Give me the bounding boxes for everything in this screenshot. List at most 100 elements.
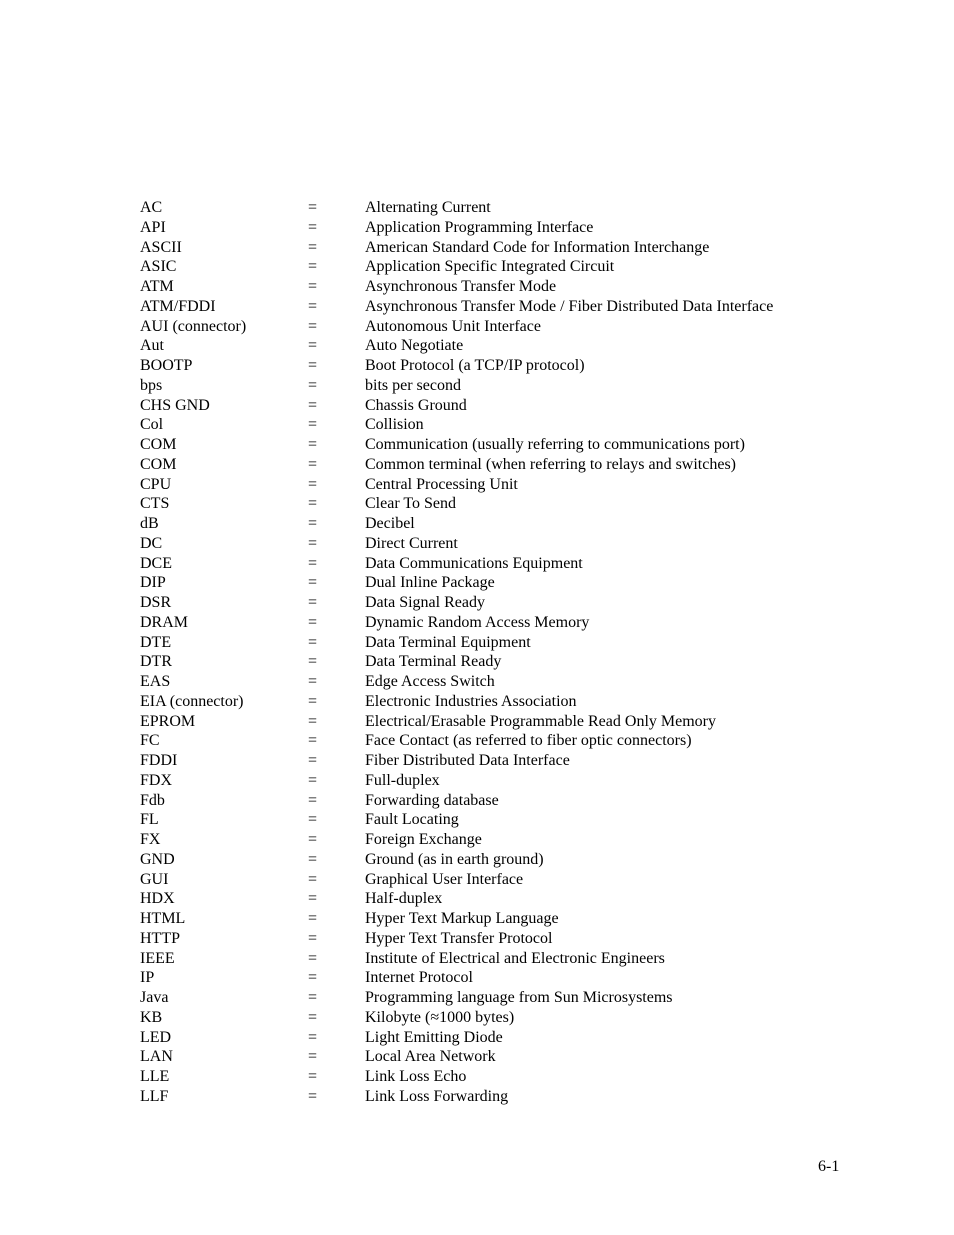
equals-separator: = — [308, 495, 318, 513]
glossary-term: FDX — [140, 771, 173, 789]
glossary-term: COM — [140, 436, 177, 453]
glossary-definition: Link Loss Forwarding — [365, 1087, 509, 1105]
glossary-term: LAN — [140, 1048, 173, 1066]
glossary-definition: Edge Access Switch — [365, 673, 495, 690]
glossary-term: FC — [140, 732, 160, 750]
glossary-term: HDX — [140, 890, 175, 908]
glossary-definition: Application Programming Interface — [365, 218, 594, 236]
glossary-definition: Local Area Network — [365, 1048, 496, 1066]
glossary-definition: Electrical/Erasable Programmable Read On… — [365, 712, 716, 730]
glossary-term: ATM/FDDI — [140, 297, 216, 315]
equals-separator: = — [308, 534, 318, 552]
glossary-definition: Internet Protocol — [365, 969, 473, 987]
glossary-term: ASCII — [140, 238, 182, 256]
glossary-term: AC — [140, 199, 163, 216]
glossary-term: bps — [140, 376, 163, 394]
glossary-definition: Data Communications Equipment — [365, 554, 583, 572]
glossary-term: ATM — [140, 278, 174, 295]
glossary-definition: Full-duplex — [365, 771, 440, 789]
glossary-term: CHS GND — [140, 396, 210, 414]
glossary-term: FDDI — [140, 752, 178, 769]
glossary-term: Fdb — [140, 791, 165, 809]
glossary-definition: Application Specific Integrated Circuit — [365, 258, 615, 276]
equals-separator: = — [308, 1028, 318, 1046]
equals-separator: = — [308, 278, 318, 295]
equals-separator: = — [308, 396, 318, 414]
equals-separator: = — [308, 890, 318, 908]
equals-separator: = — [308, 337, 318, 355]
equals-separator: = — [308, 1048, 318, 1066]
equals-separator: = — [308, 791, 318, 809]
glossary-definition: Auto Negotiate — [365, 337, 464, 355]
glossary-definition: Common terminal (when referring to relay… — [365, 455, 736, 473]
equals-separator: = — [308, 712, 318, 730]
equals-separator: = — [308, 653, 318, 671]
equals-separator: = — [308, 455, 318, 473]
equals-separator: = — [308, 515, 318, 532]
equals-separator: = — [308, 1068, 318, 1085]
glossary-definition: Ground (as in earth ground) — [365, 850, 544, 868]
glossary-definition: Direct Current — [365, 534, 458, 552]
equals-separator: = — [308, 199, 318, 216]
equals-separator: = — [308, 870, 318, 888]
equals-separator: = — [308, 554, 318, 572]
equals-separator: = — [308, 574, 318, 592]
glossary-term: API — [140, 218, 166, 236]
glossary-term: DRAM — [140, 613, 189, 631]
glossary-definition: Light Emitting Diode — [365, 1028, 503, 1046]
equals-separator: = — [308, 357, 318, 374]
equals-separator: = — [308, 752, 318, 769]
glossary-term: DTR — [140, 653, 172, 671]
glossary-definition: Asynchronous Transfer Mode / Fiber Distr… — [365, 297, 774, 315]
glossary-definition: Hyper Text Transfer Protocol — [365, 929, 553, 947]
equals-separator: = — [308, 929, 318, 947]
glossary-term: DC — [140, 534, 163, 552]
glossary-definition: Data Terminal Equipment — [365, 633, 531, 651]
glossary-term: GND — [140, 850, 175, 868]
glossary-definition: Data Signal Ready — [365, 594, 485, 611]
glossary-definition: American Standard Code for Information I… — [365, 238, 710, 256]
glossary-definition: Institute of Electrical and Electronic E… — [365, 949, 665, 967]
glossary-term: IEEE — [140, 949, 175, 967]
glossary-definition: Decibel — [365, 515, 415, 532]
glossary-definition: Alternating Current — [365, 199, 491, 216]
glossary-definition: Dual Inline Package — [365, 574, 495, 592]
glossary-definition: Link Loss Echo — [365, 1068, 467, 1085]
equals-separator: = — [308, 436, 318, 453]
glossary-definition: Autonomous Unit Interface — [365, 317, 541, 335]
glossary-definition: Graphical User Interface — [365, 870, 524, 888]
glossary-term: Aut — [140, 337, 164, 355]
equals-separator: = — [308, 258, 318, 276]
glossary-term: EPROM — [140, 712, 196, 730]
glossary-definition: Face Contact (as referred to fiber optic… — [365, 732, 692, 750]
equals-separator: = — [308, 732, 318, 750]
glossary-term: COM — [140, 455, 177, 473]
glossary-definition: Central Processing Unit — [365, 475, 518, 493]
glossary-definition: Fiber Distributed Data Interface — [365, 752, 570, 769]
glossary-definition: Asynchronous Transfer Mode — [365, 278, 557, 295]
glossary-term: Java — [140, 989, 169, 1006]
glossary-term: DTE — [140, 633, 172, 651]
equals-separator: = — [308, 594, 318, 611]
glossary-term: HTML — [140, 910, 186, 927]
equals-separator: = — [308, 218, 318, 236]
glossary-term: IP — [140, 969, 155, 987]
glossary-definition: Foreign Exchange — [365, 831, 482, 848]
equals-separator: = — [308, 949, 318, 967]
equals-separator: = — [308, 613, 318, 631]
glossary-term: EIA (connector) — [140, 692, 244, 710]
glossary-term: LLF — [140, 1087, 169, 1105]
glossary-term: BOOTP — [140, 357, 193, 374]
equals-separator: = — [308, 317, 318, 335]
equals-separator: = — [308, 376, 318, 394]
glossary-term: EAS — [140, 673, 171, 690]
glossary-definition: Boot Protocol (a TCP/IP protocol) — [365, 357, 585, 374]
glossary-definition: Hyper Text Markup Language — [365, 910, 559, 927]
glossary-term: LED — [140, 1028, 172, 1046]
equals-separator: = — [308, 673, 318, 690]
glossary-definition: bits per second — [365, 376, 461, 394]
equals-separator: = — [308, 811, 318, 829]
glossary-term: CPU — [140, 475, 172, 493]
glossary-definition: Data Terminal Ready — [365, 653, 502, 671]
glossary-definition: Forwarding database — [365, 791, 499, 809]
